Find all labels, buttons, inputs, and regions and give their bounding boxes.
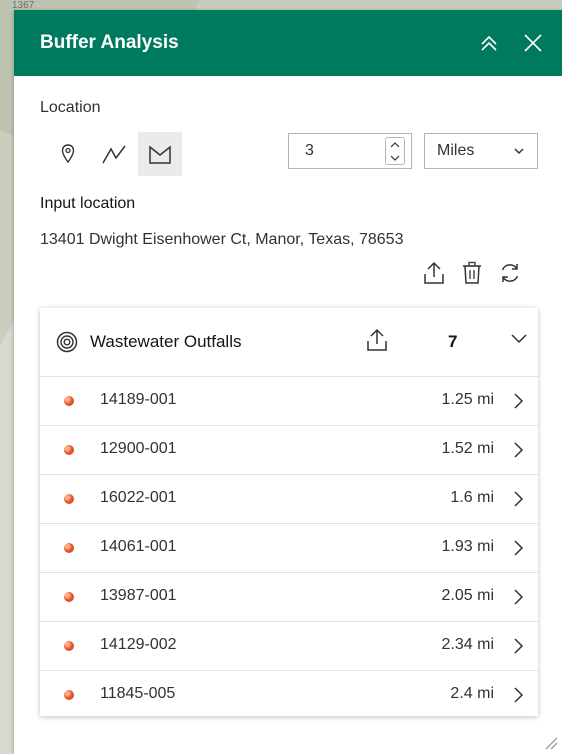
chevron-right-icon <box>514 589 524 605</box>
export-results-button[interactable] <box>366 328 388 357</box>
decrement-button[interactable] <box>390 151 400 164</box>
result-count: 7 <box>448 332 458 351</box>
outfall-point-icon <box>64 445 74 455</box>
chevron-up-icon <box>390 141 400 147</box>
polyline-icon <box>102 145 126 164</box>
outfall-point-icon <box>64 494 74 504</box>
export-icon <box>367 328 387 351</box>
chevron-down-icon <box>390 155 400 161</box>
chevron-down-icon <box>514 148 524 155</box>
unit-select[interactable]: Miles <box>424 133 538 169</box>
input-location-label: Input location <box>40 195 136 212</box>
result-distance: 2.4 mi <box>450 685 494 702</box>
results-card: Wastewater Outfalls 7 14189-001 1.25 mi … <box>40 308 538 716</box>
result-distance: 1.93 mi <box>441 538 494 555</box>
delete-location-button[interactable] <box>460 260 484 286</box>
panel-title: Buffer Analysis <box>40 32 179 53</box>
close-icon <box>524 34 542 52</box>
header-actions <box>476 30 546 56</box>
increment-button[interactable] <box>390 138 400 151</box>
result-id: 14129-002 <box>100 636 177 653</box>
outfall-point-icon <box>64 396 74 406</box>
result-id: 13987-001 <box>100 587 177 604</box>
result-row[interactable]: 16022-001 1.6 mi <box>40 475 538 524</box>
chevron-right-icon <box>514 393 524 409</box>
resize-handle-icon[interactable] <box>544 736 558 750</box>
result-distance: 1.6 mi <box>450 489 494 506</box>
point-tool-button[interactable] <box>46 132 90 176</box>
result-row[interactable]: 12900-001 1.52 mi <box>40 426 538 475</box>
refresh-button[interactable] <box>498 260 522 286</box>
location-label: Location <box>40 99 101 116</box>
close-button[interactable] <box>520 30 546 56</box>
result-row[interactable]: 11845-005 2.4 mi <box>40 671 538 719</box>
result-distance: 2.05 mi <box>441 587 494 604</box>
outfall-point-icon <box>64 543 74 553</box>
collapse-panel-button[interactable] <box>476 30 502 56</box>
result-row[interactable]: 14129-002 2.34 mi <box>40 622 538 671</box>
trash-icon <box>463 261 481 284</box>
chevron-down-icon <box>511 334 527 344</box>
panel-header: Buffer Analysis <box>14 10 562 76</box>
input-address: 13401 Dwight Eisenhower Ct, Manor, Texas… <box>40 231 404 248</box>
map-pin-icon <box>61 144 75 164</box>
distance-input-container <box>288 133 412 169</box>
result-distance: 1.52 mi <box>441 440 494 457</box>
chevron-right-icon <box>514 638 524 654</box>
buffer-analysis-panel: Buffer Analysis Location 3 Miles Input l… <box>14 10 562 754</box>
result-id: 12900-001 <box>100 440 177 457</box>
layer-title: Wastewater Outfalls <box>90 332 242 351</box>
export-icon <box>424 261 444 284</box>
buffer-layer-icon <box>56 331 78 353</box>
result-distance: 1.25 mi <box>441 391 494 408</box>
result-row[interactable]: 14189-001 1.25 mi <box>40 377 538 426</box>
expand-results-button[interactable] <box>510 330 528 353</box>
polyline-tool-button[interactable] <box>92 132 136 176</box>
address-actions <box>422 260 522 286</box>
polygon-icon <box>149 145 171 164</box>
result-id: 14061-001 <box>100 538 177 555</box>
result-row[interactable]: 13987-001 2.05 mi <box>40 573 538 622</box>
refresh-icon <box>501 264 519 282</box>
sketch-tools <box>46 132 182 176</box>
unit-select-value: Miles <box>437 142 475 159</box>
distance-stepper <box>385 137 405 165</box>
outfall-point-icon <box>64 592 74 602</box>
double-chevron-up-icon <box>481 35 497 51</box>
distance-input[interactable] <box>303 141 377 161</box>
chevron-right-icon <box>514 687 524 703</box>
result-distance: 2.34 mi <box>441 636 494 653</box>
result-id: 11845-005 <box>100 685 176 702</box>
result-id: 16022-001 <box>100 489 177 506</box>
outfall-point-icon <box>64 690 74 700</box>
result-row[interactable]: 14061-001 1.93 mi <box>40 524 538 573</box>
result-id: 14189-001 <box>100 391 177 408</box>
chevron-right-icon <box>514 540 524 556</box>
polygon-tool-button[interactable] <box>138 132 182 176</box>
outfall-point-icon <box>64 641 74 651</box>
chevron-right-icon <box>514 442 524 458</box>
export-location-button[interactable] <box>422 260 446 286</box>
results-header[interactable]: Wastewater Outfalls 7 <box>40 308 538 377</box>
chevron-right-icon <box>514 491 524 507</box>
